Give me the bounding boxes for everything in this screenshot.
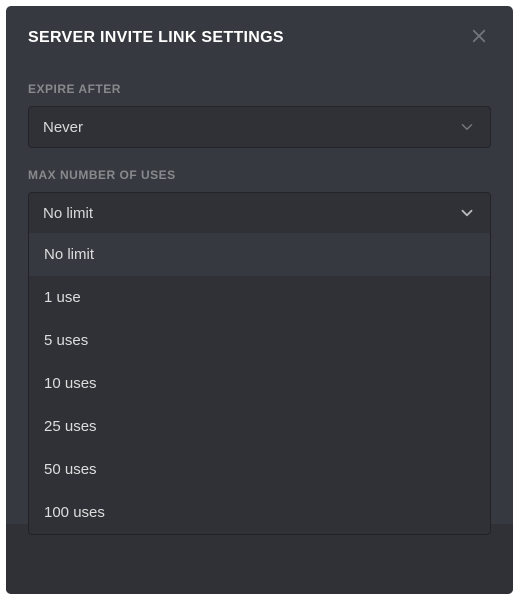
dropdown-option-50-uses[interactable]: 50 uses (29, 448, 490, 491)
chevron-down-icon (458, 118, 476, 136)
max-uses-label: MAX NUMBER OF USES (28, 168, 491, 182)
dropdown-option-1-use[interactable]: 1 use (29, 276, 490, 319)
dropdown-option-10-uses[interactable]: 10 uses (29, 362, 490, 405)
expire-after-label: EXPIRE AFTER (28, 82, 491, 96)
dropdown-option-25-uses[interactable]: 25 uses (29, 405, 490, 448)
dropdown-option-5-uses[interactable]: 5 uses (29, 319, 490, 362)
max-uses-dropdown: No limit 1 use 5 uses 10 uses 25 uses 50… (28, 233, 491, 535)
expire-after-field: EXPIRE AFTER Never (28, 82, 491, 148)
expire-after-value: Never (43, 119, 83, 136)
max-uses-select[interactable]: No limit No limit 1 use 5 uses 10 uses 2… (28, 192, 491, 234)
close-icon (470, 27, 488, 50)
chevron-down-icon (458, 204, 476, 222)
max-uses-field: MAX NUMBER OF USES No limit No limit 1 u… (28, 168, 491, 234)
max-uses-value: No limit (43, 205, 93, 222)
close-button[interactable] (467, 26, 491, 50)
invite-settings-modal: SERVER INVITE LINK SETTINGS EXPIRE AFTER… (6, 6, 513, 594)
dropdown-option-no-limit[interactable]: No limit (29, 233, 490, 276)
modal-title: SERVER INVITE LINK SETTINGS (28, 29, 284, 47)
expire-after-select[interactable]: Never (28, 106, 491, 148)
modal-header: SERVER INVITE LINK SETTINGS (6, 6, 513, 68)
modal-body: EXPIRE AFTER Never MAX NUMBER OF USES No… (6, 68, 513, 234)
dropdown-option-100-uses[interactable]: 100 uses (29, 491, 490, 534)
